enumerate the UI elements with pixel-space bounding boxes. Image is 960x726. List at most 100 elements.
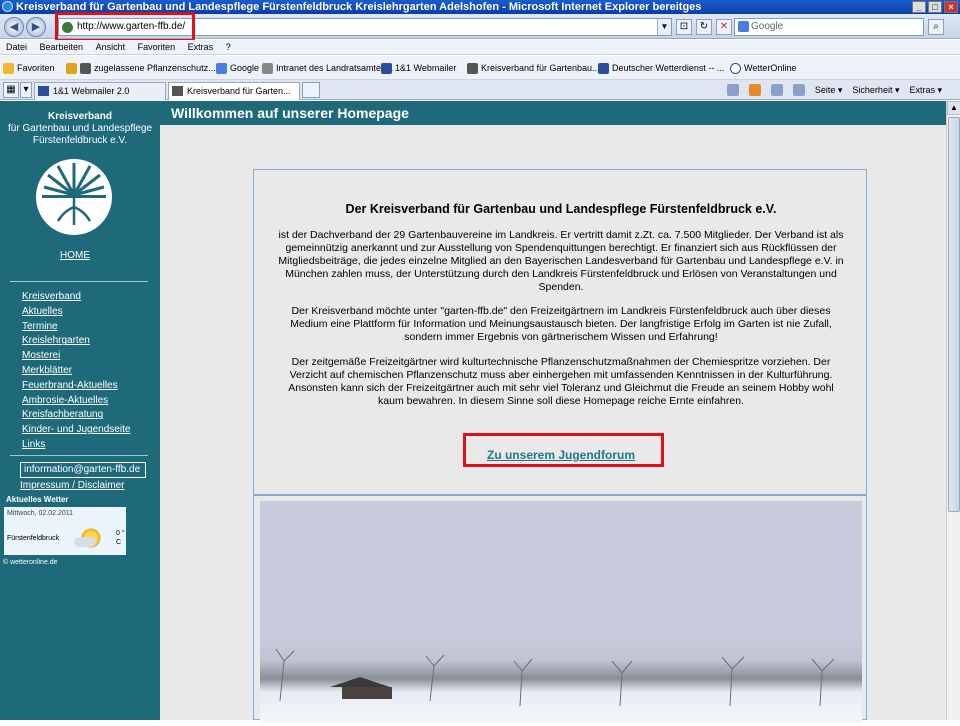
nav-feuerbrand[interactable]: Feuerbrand-Aktuelles (22, 379, 130, 394)
weather-date: Mittwoch, 02.02.2011 (7, 510, 74, 517)
nav-kreislehrgarten[interactable]: Kreislehrgarten (22, 334, 130, 349)
scroll-thumb[interactable] (948, 117, 960, 512)
search-input[interactable]: Google (734, 18, 924, 36)
home-link[interactable]: HOME (0, 250, 150, 261)
weather-title: Aktuelles Wetter (6, 495, 69, 504)
feeds-icon[interactable] (748, 84, 761, 96)
maximize-button[interactable]: □ (928, 1, 942, 13)
photo-box (253, 495, 867, 723)
vertical-scrollbar[interactable]: ▲ (946, 101, 960, 720)
favorites-button[interactable]: Favoriten (3, 56, 55, 79)
menu-favoriten[interactable]: Favoriten (138, 42, 176, 52)
search-placeholder: Google (751, 21, 784, 32)
command-bar: Seite ▾ Sicherheit ▾ Extras ▾ (726, 80, 942, 100)
main-content: Der Kreisverband für Gartenbau und Lande… (160, 125, 946, 723)
email-link[interactable]: information@garten-ffb.de (20, 462, 146, 478)
forum-link-wrap: Zu unserem Jugendforum (254, 448, 868, 462)
fav-item-wetteronline[interactable]: WetterOnline (730, 56, 796, 79)
menu-ansicht[interactable]: Ansicht (96, 42, 126, 52)
cloud-icon (74, 537, 96, 547)
page-menu[interactable]: Seite ▾ (815, 80, 843, 100)
menu-help[interactable]: ? (226, 42, 231, 52)
menu-datei[interactable]: Datei (6, 42, 27, 52)
nav-kreisfachberatung[interactable]: Kreisfachberatung (22, 408, 130, 423)
site-icon (467, 62, 478, 74)
intro-paragraph-1: ist der Dachverband der 29 Gartenbauvere… (278, 229, 844, 293)
menu-extras[interactable]: Extras (188, 42, 214, 52)
webmailer-icon (38, 86, 49, 96)
mail-icon[interactable] (770, 84, 783, 96)
sidebar-divider (10, 281, 148, 282)
weather-copyright: © wetteronline.de (3, 559, 58, 566)
site-icon (80, 62, 91, 74)
sidebar-divider (10, 455, 148, 456)
fav-item-dwd[interactable]: Deutscher Wetterdienst -- ... (598, 56, 724, 79)
address-input[interactable]: http://www.garten-ffb.de/ ▼ (58, 18, 672, 36)
garden-winter-photo (260, 501, 862, 723)
favorites-add-icon (66, 62, 77, 74)
ie-icon (2, 1, 13, 12)
page-header: Willkommen auf unserer Homepage (160, 101, 946, 125)
window-title: Kreisverband für Gartenbau und Landespfl… (16, 1, 702, 13)
window-titlebar: Kreisverband für Gartenbau und Landespfl… (0, 0, 960, 14)
address-dropdown-icon[interactable]: ▼ (657, 19, 671, 35)
google-icon (216, 62, 227, 74)
org-name: Kreisverband (48, 111, 112, 122)
menu-bar: Datei Bearbeiten Ansicht Favoriten Extra… (0, 40, 960, 55)
nav-kinder-jugend[interactable]: Kinder- und Jugendseite (22, 423, 130, 438)
nav-ambrosie[interactable]: Ambrosie-Aktuelles (22, 394, 130, 409)
stop-icon[interactable]: ✕ (716, 19, 732, 35)
wetteronline-icon (730, 62, 741, 74)
search-go-icon[interactable]: ⌕ (928, 19, 944, 35)
page-icon (262, 62, 273, 74)
compatibility-icon[interactable]: ⊡ (676, 19, 692, 35)
nav-kreisverband[interactable]: Kreisverband (22, 290, 130, 305)
minimize-button[interactable]: _ (912, 1, 926, 13)
impressum-link[interactable]: Impressum / Disclaimer (20, 480, 124, 491)
extras-menu[interactable]: Extras ▾ (909, 80, 942, 100)
webmailer-icon (381, 62, 392, 74)
fav-item-pflanzenschutz[interactable]: zugelassene Pflanzenschutz... (66, 56, 216, 79)
intro-paragraph-3: Der zeitgemäße Freizeitgärtner wird kult… (288, 356, 834, 407)
forward-button[interactable]: ▶ (26, 17, 46, 37)
tab-webmailer[interactable]: 1&1 Webmailer 2.0 (34, 82, 166, 100)
site-favicon (62, 22, 73, 33)
tab-list-icon[interactable]: ▾ (20, 82, 32, 98)
home-icon[interactable] (726, 84, 739, 96)
menu-bearbeiten[interactable]: Bearbeiten (40, 42, 84, 52)
fav-item-webmailer[interactable]: 1&1 Webmailer (381, 56, 456, 79)
fav-item-google[interactable]: Google (216, 56, 259, 79)
sidebar-nav: Kreisverband Aktuelles Termine Kreislehr… (22, 290, 130, 453)
org-logo (36, 159, 112, 235)
print-icon[interactable] (792, 84, 805, 96)
weather-temp: 0 ° C (116, 530, 125, 546)
back-button[interactable]: ◀ (4, 17, 24, 37)
tab-bar: ▦ ▾ 1&1 Webmailer 2.0 Kreisverband für G… (0, 80, 960, 100)
google-search-icon (738, 21, 749, 32)
nav-aktuelles[interactable]: Aktuelles (22, 305, 130, 320)
quick-tabs-icon[interactable]: ▦ (3, 82, 19, 98)
refresh-icon[interactable]: ↻ (696, 19, 712, 35)
nav-mosterei[interactable]: Mosterei (22, 349, 130, 364)
fav-item-intranet[interactable]: Intranet des Landratsamtes... (262, 56, 393, 79)
site-icon (172, 86, 183, 96)
new-tab-button[interactable] (302, 82, 320, 98)
tab-kreisverband[interactable]: Kreisverband für Garten... (168, 82, 300, 100)
nav-termine[interactable]: Termine (22, 320, 130, 335)
nav-merkblaetter[interactable]: Merkblätter (22, 364, 130, 379)
dwd-icon (598, 62, 609, 74)
weather-widget[interactable]: Mittwoch, 02.02.2011 Fürstenfeldbruck 0 … (4, 507, 126, 555)
org-subtitle-1: für Gartenbau und Landespflege (8, 123, 152, 134)
fav-item-kreisverband[interactable]: Kreisverband für Gartenbau... (467, 56, 600, 79)
close-button[interactable]: × (944, 1, 958, 13)
intro-paragraph-2: Der Kreisverband möchte unter "garten-ff… (290, 305, 832, 343)
jugendforum-link[interactable]: Zu unserem Jugendforum (487, 448, 635, 462)
nav-links[interactable]: Links (22, 438, 130, 453)
intro-title: Der Kreisverband für Gartenbau und Lande… (345, 202, 777, 216)
scroll-up-icon[interactable]: ▲ (947, 101, 960, 115)
sidebar: Kreisverband für Gartenbau und Landespfl… (0, 101, 160, 720)
security-menu[interactable]: Sicherheit ▾ (852, 80, 899, 100)
intro-box: Der Kreisverband für Gartenbau und Lande… (253, 169, 867, 495)
web-page: Kreisverband für Gartenbau und Landespfl… (0, 101, 946, 723)
window-controls: _ □ × (912, 1, 958, 13)
